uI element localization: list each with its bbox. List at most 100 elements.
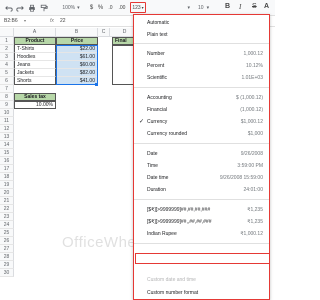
row-header[interactable]: 7 [0, 85, 14, 93]
price-cell[interactable]: $22.00 [56, 45, 98, 53]
row-header[interactable]: 1 [0, 37, 14, 45]
format-sample: $1,000 [247, 130, 263, 137]
menu-item-accounting[interactable]: Accounting $ (1,000.12) [134, 92, 269, 103]
header-cell-product[interactable]: Product [14, 37, 56, 45]
column-header-c[interactable]: C [98, 28, 110, 37]
paint-format-icon[interactable] [39, 2, 49, 14]
menu-item-custom-date-time[interactable]: Custom date and time [134, 274, 269, 285]
row-header[interactable]: 19 [0, 181, 14, 189]
format-sample: 3:59:00 PM [237, 162, 263, 169]
row-header[interactable]: 15 [0, 149, 14, 157]
menu-item-time[interactable]: Time 3:59:00 PM [134, 160, 269, 171]
row-header[interactable]: 10 [0, 109, 14, 117]
product-cell[interactable]: Jackets [14, 69, 56, 77]
row-header[interactable]: 18 [0, 173, 14, 181]
menu-divider [134, 199, 269, 200]
menu-item-plain-text[interactable]: Plain text [134, 29, 269, 40]
row-header[interactable]: 29 [0, 261, 14, 269]
row-header[interactable]: 14 [0, 141, 14, 149]
menu-item-date[interactable]: Date 9/26/2008 [134, 148, 269, 159]
column-header-a[interactable]: A [14, 28, 56, 37]
row-header[interactable]: 12 [0, 125, 14, 133]
select-all-corner[interactable] [0, 28, 14, 37]
menu-item-percent[interactable]: Percent 10.12% [134, 60, 269, 71]
row-header[interactable]: 24 [0, 221, 14, 229]
price-cell[interactable]: $60.00 [56, 61, 98, 69]
menu-item-currency-rounded[interactable]: Currency rounded $1,000 [134, 128, 269, 139]
bold-button[interactable]: B [225, 3, 230, 10]
menu-item-automatic[interactable]: Automatic [134, 17, 269, 28]
menu-item-label: [$₹][>9999999]##,,##,##,### [147, 218, 212, 225]
menu-item-date-time[interactable]: Date time 9/26/2008 15:59:00 [134, 172, 269, 183]
menu-item-label: Time [147, 162, 158, 169]
row-header[interactable]: 9 [0, 101, 14, 109]
row-header[interactable]: 22 [0, 205, 14, 213]
product-cell[interactable]: Jeans [14, 61, 56, 69]
redo-icon[interactable] [15, 2, 24, 14]
format-sample: ₹1,235 [247, 206, 263, 213]
decrease-decimal-button[interactable]: .0 [106, 2, 115, 14]
row-header[interactable]: 6 [0, 77, 14, 85]
row-header[interactable]: 2 [0, 45, 14, 53]
product-cell[interactable]: Shorts [14, 77, 56, 85]
row-header[interactable]: 13 [0, 133, 14, 141]
font-select[interactable]: ▾ [150, 3, 192, 12]
menu-item-label: Duration [147, 186, 166, 193]
row-header[interactable]: 11 [0, 117, 14, 125]
zoom-value: 100% [62, 5, 76, 11]
row-header[interactable]: 30 [0, 269, 14, 277]
menu-item-scientific[interactable]: Scientific 1.01E+03 [134, 72, 269, 83]
zoom-select[interactable]: 100% ▾ [60, 2, 82, 14]
row-header[interactable]: 4 [0, 61, 14, 69]
price-cell[interactable]: $41.00 [56, 77, 98, 85]
row-header[interactable]: 8 [0, 93, 14, 101]
sales-tax-label-cell[interactable]: Sales tax [14, 93, 56, 101]
chevron-down-icon: ▾ [141, 5, 144, 10]
menu-item-number[interactable]: Number 1,000.12 [134, 48, 269, 59]
currency-format-button[interactable]: $ [88, 2, 95, 14]
header-cell-price[interactable]: Price [56, 37, 98, 45]
product-cell[interactable]: Hoodies [14, 53, 56, 61]
chevron-down-icon: ▾ [77, 5, 80, 11]
price-cell[interactable]: $61.00 [56, 53, 98, 61]
menu-item-label: Date [147, 150, 158, 157]
name-box[interactable]: B2:B6 [4, 18, 18, 24]
text-color-button[interactable]: A [264, 3, 269, 10]
product-cell[interactable]: T-Shirts [14, 45, 56, 53]
menu-item-indian-rupee[interactable]: Indian Rupee ₹1,000.12 [134, 228, 269, 239]
menu-item-custom-number-format[interactable]: Custom number format [134, 287, 269, 298]
row-header[interactable]: 26 [0, 237, 14, 245]
percent-format-button[interactable]: % [97, 2, 104, 14]
increase-decimal-button[interactable]: .00 [116, 2, 128, 14]
undo-icon[interactable] [4, 2, 13, 14]
row-header[interactable]: 16 [0, 157, 14, 165]
row-header[interactable]: 5 [0, 69, 14, 77]
menu-item-financial[interactable]: Financial (1,000.12) [134, 104, 269, 115]
row-header[interactable]: 20 [0, 189, 14, 197]
row-header[interactable]: 27 [0, 245, 14, 253]
menu-item-custom-format-1[interactable]: [$₹][>9999999]##,##,##,### ₹1,235 [134, 204, 269, 215]
menu-item-custom-format-2[interactable]: [$₹][>9999999]##,,##,##,### ₹1,235 [134, 216, 269, 227]
sales-tax-value-cell[interactable]: 10.00% [14, 101, 56, 109]
strikethrough-button[interactable]: S [252, 3, 257, 10]
italic-button[interactable]: I [239, 3, 241, 11]
menu-item-duration[interactable]: Duration 24:01:00 [134, 184, 269, 195]
price-cell[interactable]: $82.00 [56, 69, 98, 77]
chevron-down-icon: ▾ [206, 4, 210, 11]
spreadsheet-grid: A B C D 1 2 3 4 5 6 7 8 9 10 11 12 13 14 15 16 17 18 19 20 2… [0, 28, 140, 300]
format-sample: ₹1,235 [247, 218, 263, 225]
more-formats-button[interactable]: 123 ▾ [130, 2, 146, 13]
formula-input[interactable]: 22 [60, 18, 66, 24]
print-icon[interactable] [27, 2, 37, 14]
row-header[interactable]: 17 [0, 165, 14, 173]
column-header-b[interactable]: B [56, 28, 98, 37]
menu-item-label: Custom number format [147, 289, 199, 296]
font-size-select[interactable]: 10 ▾ [198, 3, 218, 12]
row-header[interactable]: 23 [0, 213, 14, 221]
row-header[interactable]: 25 [0, 229, 14, 237]
fill-handle[interactable] [95, 83, 98, 86]
row-header[interactable]: 3 [0, 53, 14, 61]
menu-item-currency[interactable]: ✓ Currency $1,000.12 [134, 116, 269, 127]
row-header[interactable]: 28 [0, 253, 14, 261]
row-header[interactable]: 21 [0, 197, 14, 205]
